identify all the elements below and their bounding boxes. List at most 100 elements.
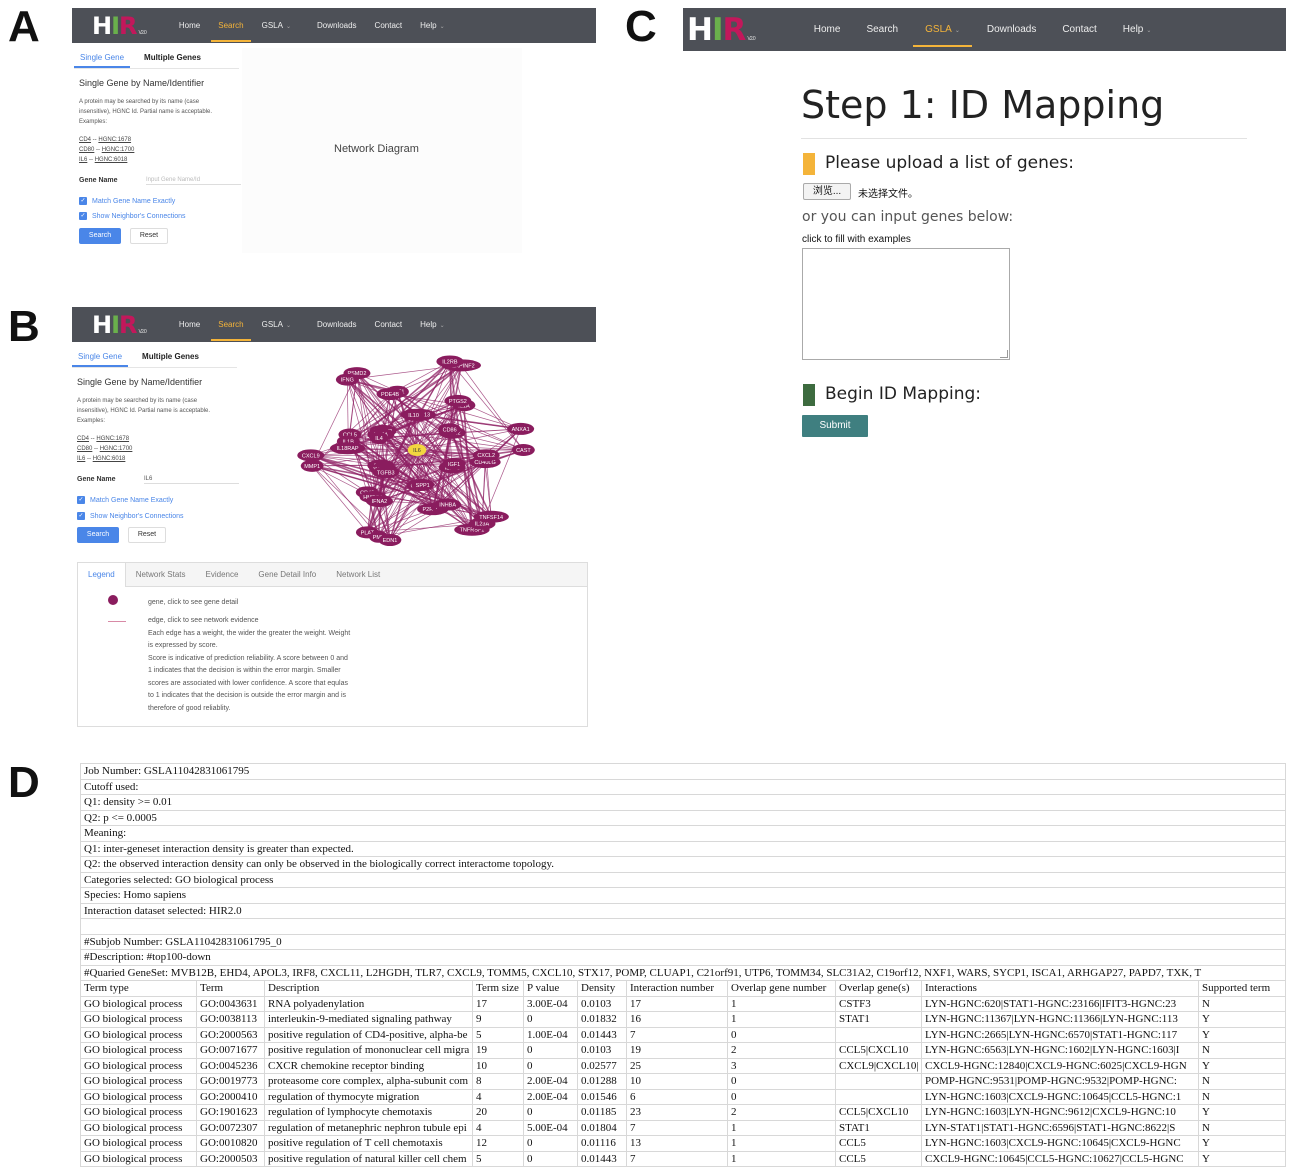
example-cd80[interactable]: CD80 -- HGNC:1700 [79, 145, 134, 155]
sheet-cell: GO biological process [80, 1119, 197, 1136]
sheet-cell: 0.0103 [577, 995, 627, 1012]
sheet-cell: 1 [727, 995, 836, 1012]
reset-button[interactable]: Reset [130, 228, 168, 244]
form-heading: Single Gene by Name/Identifier [77, 377, 203, 387]
tab-multiple-genes[interactable]: Multiple Genes [136, 350, 205, 363]
nav-downloads[interactable]: Downloads [308, 320, 366, 329]
sheet-cell: 0.01443 [577, 1026, 627, 1043]
gene-node-label: CXCL2 [477, 453, 495, 459]
hir-logo[interactable]: H I R V2.0 [92, 12, 147, 40]
nav-search[interactable]: Search [209, 320, 252, 341]
sheet-cell: GO:2000563 [196, 1026, 265, 1043]
sheet-cell: N [1197, 1073, 1287, 1090]
panel-c: H I R V2.0 Home Search GSLA ⌄ Downloads Cont… [683, 8, 1286, 448]
hir-logo[interactable]: H I R V2.0 [687, 12, 756, 48]
nav-gsla[interactable]: GSLA ⌄ [911, 24, 974, 47]
column-header: Term size [472, 980, 524, 997]
sheet-cell: STAT1 [835, 1011, 922, 1028]
gene-node-label: IL2RB [442, 359, 458, 365]
show-neighbors-checkbox[interactable]: ✓ Show Neighbor's Connections [77, 512, 184, 520]
tab-single-gene[interactable]: Single Gene [72, 350, 129, 367]
sheet-cell: Y [1197, 1057, 1287, 1074]
gene-name-label: Gene Name [79, 177, 118, 184]
nav-home[interactable]: Home [801, 24, 854, 35]
nav-downloads[interactable]: Downloads [308, 21, 366, 30]
table-row: GO biological process GO:0071677 positive … [80, 1042, 1287, 1059]
sheet-cell: GO biological process [80, 1042, 197, 1059]
match-exact-checkbox[interactable]: ✓ Match Gene Name Exactly [79, 197, 175, 205]
tab-network-stats[interactable]: Network Stats [126, 570, 196, 579]
nav-gsla[interactable]: GSLA ⌄ [253, 320, 300, 329]
tab-legend[interactable]: Legend [78, 562, 126, 587]
network-graph[interactable]: CASTP2RY14IL6STTNFRSF1CD40PRKY2PLATCCL5T… [297, 345, 537, 560]
match-exact-checkbox[interactable]: ✓ Match Gene Name Exactly [77, 496, 173, 504]
page-title: Step 1: ID Mapping [801, 83, 1165, 127]
gene-name-input[interactable]: Input Gene Name/Id [146, 176, 241, 185]
title-divider [801, 138, 1247, 139]
gene-node-label: IL18RAP [337, 446, 359, 452]
nav-contact[interactable]: Contact [366, 21, 412, 30]
network-edge[interactable] [311, 465, 368, 533]
submit-button[interactable]: Submit [802, 415, 868, 437]
tab-multiple-genes[interactable]: Multiple Genes [138, 51, 207, 64]
example-il6[interactable]: IL6 -- HGNC:6018 [77, 454, 132, 464]
nav-help[interactable]: Help ⌄ [1110, 24, 1165, 35]
nav-downloads[interactable]: Downloads [974, 24, 1049, 35]
gene-name-label: Gene Name [77, 476, 116, 483]
sheet-cell: GO:0038113 [196, 1011, 265, 1028]
show-neighbors-checkbox[interactable]: ✓ Show Neighbor's Connections [79, 212, 186, 220]
tab-network-list[interactable]: Network List [326, 570, 390, 579]
nav-search[interactable]: Search [209, 21, 252, 42]
nav-home[interactable]: Home [170, 320, 209, 329]
sheet-cell: 5 [472, 1150, 524, 1167]
sheet-cell: 17 [472, 995, 524, 1012]
sheet-cell: #Subjob Number: GSLA11042831061795_0 [79, 933, 1287, 950]
resize-handle-icon[interactable] [1000, 350, 1008, 358]
search-tabs: Single Gene Multiple Genes [72, 350, 205, 367]
search-button[interactable]: Search [79, 228, 121, 244]
column-header: P value [523, 980, 578, 997]
nav-home[interactable]: Home [170, 21, 209, 30]
nav-contact[interactable]: Contact [1049, 24, 1109, 35]
reset-button[interactable]: Reset [128, 527, 166, 543]
fill-examples-link[interactable]: click to fill with examples [802, 234, 911, 245]
begin-label: Begin ID Mapping: [825, 384, 982, 404]
example-cd80[interactable]: CD80 -- HGNC:1700 [77, 444, 132, 454]
search-button[interactable]: Search [77, 527, 119, 543]
network-edge[interactable] [347, 379, 521, 430]
gene-name-input[interactable]: IL6 [144, 475, 239, 484]
sheet-cell: 2 [727, 1042, 836, 1059]
sheet-header-row: Q2: p <= 0.0005 [79, 809, 1287, 826]
nav-help[interactable]: Help ⌄ [411, 21, 453, 30]
column-header: Overlap gene(s) [835, 980, 922, 997]
column-header: Interaction number [626, 980, 728, 997]
sheet-cell: LYN-HGNC:11367|LYN-HGNC:11366|LYN-HGNC:1… [921, 1011, 1199, 1028]
tab-single-gene[interactable]: Single Gene [74, 51, 131, 68]
example-cd4[interactable]: CD4 -- HGNC:1678 [77, 434, 132, 444]
sheet-header-row: Q1: density >= 0.01 [79, 794, 1287, 811]
example-cd4[interactable]: CD4 -- HGNC:1678 [79, 135, 134, 145]
browse-button[interactable]: 浏览... [803, 183, 851, 200]
sheet-cell: #Quaried GeneSet: MVB12B, EHD4, APOL3, I… [79, 964, 1287, 981]
genes-textarea[interactable] [802, 248, 1010, 360]
nav-search[interactable]: Search [853, 24, 911, 35]
example-il6[interactable]: IL6 -- HGNC:6018 [79, 155, 134, 165]
sheet-cell: CXCL9-HGNC:12840|CXCL9-HGNC:6025|CXCL9-H… [921, 1057, 1199, 1074]
tab-gene-detail-info[interactable]: Gene Detail Info [248, 570, 326, 579]
tab-evidence[interactable]: Evidence [196, 570, 249, 579]
hir-logo[interactable]: H I R V2.0 [92, 311, 147, 339]
sheet-cell: 7 [626, 1150, 728, 1167]
column-header: Supported term [1197, 980, 1287, 997]
sheet-cell: 5 [472, 1026, 524, 1043]
check-icon: ✓ [79, 197, 87, 205]
sheet-cell: 1 [727, 1011, 836, 1028]
table-row: GO biological process GO:0045236 CXCR chem… [80, 1057, 1287, 1074]
nav-help[interactable]: Help ⌄ [411, 320, 453, 329]
nav-gsla[interactable]: GSLA ⌄ [253, 21, 300, 30]
nav-contact[interactable]: Contact [366, 320, 412, 329]
sheet-cell: CXCL9-HGNC:10645|CCL5-HGNC:10627|CCL5-HG… [921, 1150, 1199, 1167]
sheet-cell: CCL5 [835, 1135, 922, 1152]
sheet-cell: 0.01185 [577, 1104, 627, 1121]
sheet-header-row: Job Number: GSLA11042831061795 [79, 763, 1287, 780]
sheet-cell: 0.01546 [577, 1088, 627, 1105]
